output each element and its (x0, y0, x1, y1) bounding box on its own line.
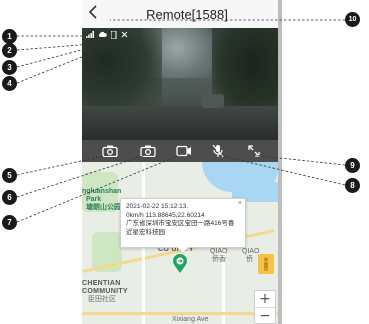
callout-badge-2: 2 (2, 43, 17, 58)
callout-badge-7: 7 (2, 215, 17, 230)
callout-badge-4: 4 (2, 76, 17, 91)
callout-badge-6: 6 (2, 190, 17, 205)
callout-badge-1: 1 (2, 29, 17, 44)
callout-lines (16, 19, 346, 223)
callout-badge-8: 8 (345, 178, 360, 193)
callout-badge-9: 9 (345, 158, 360, 173)
stage: Remote[1588] ngluanshan Park 塘朗山公园 CO UN… (0, 0, 369, 324)
callout-badge-10: 10 (345, 12, 360, 27)
callout-badge-3: 3 (2, 60, 17, 75)
callout-badge-5: 5 (2, 168, 17, 183)
